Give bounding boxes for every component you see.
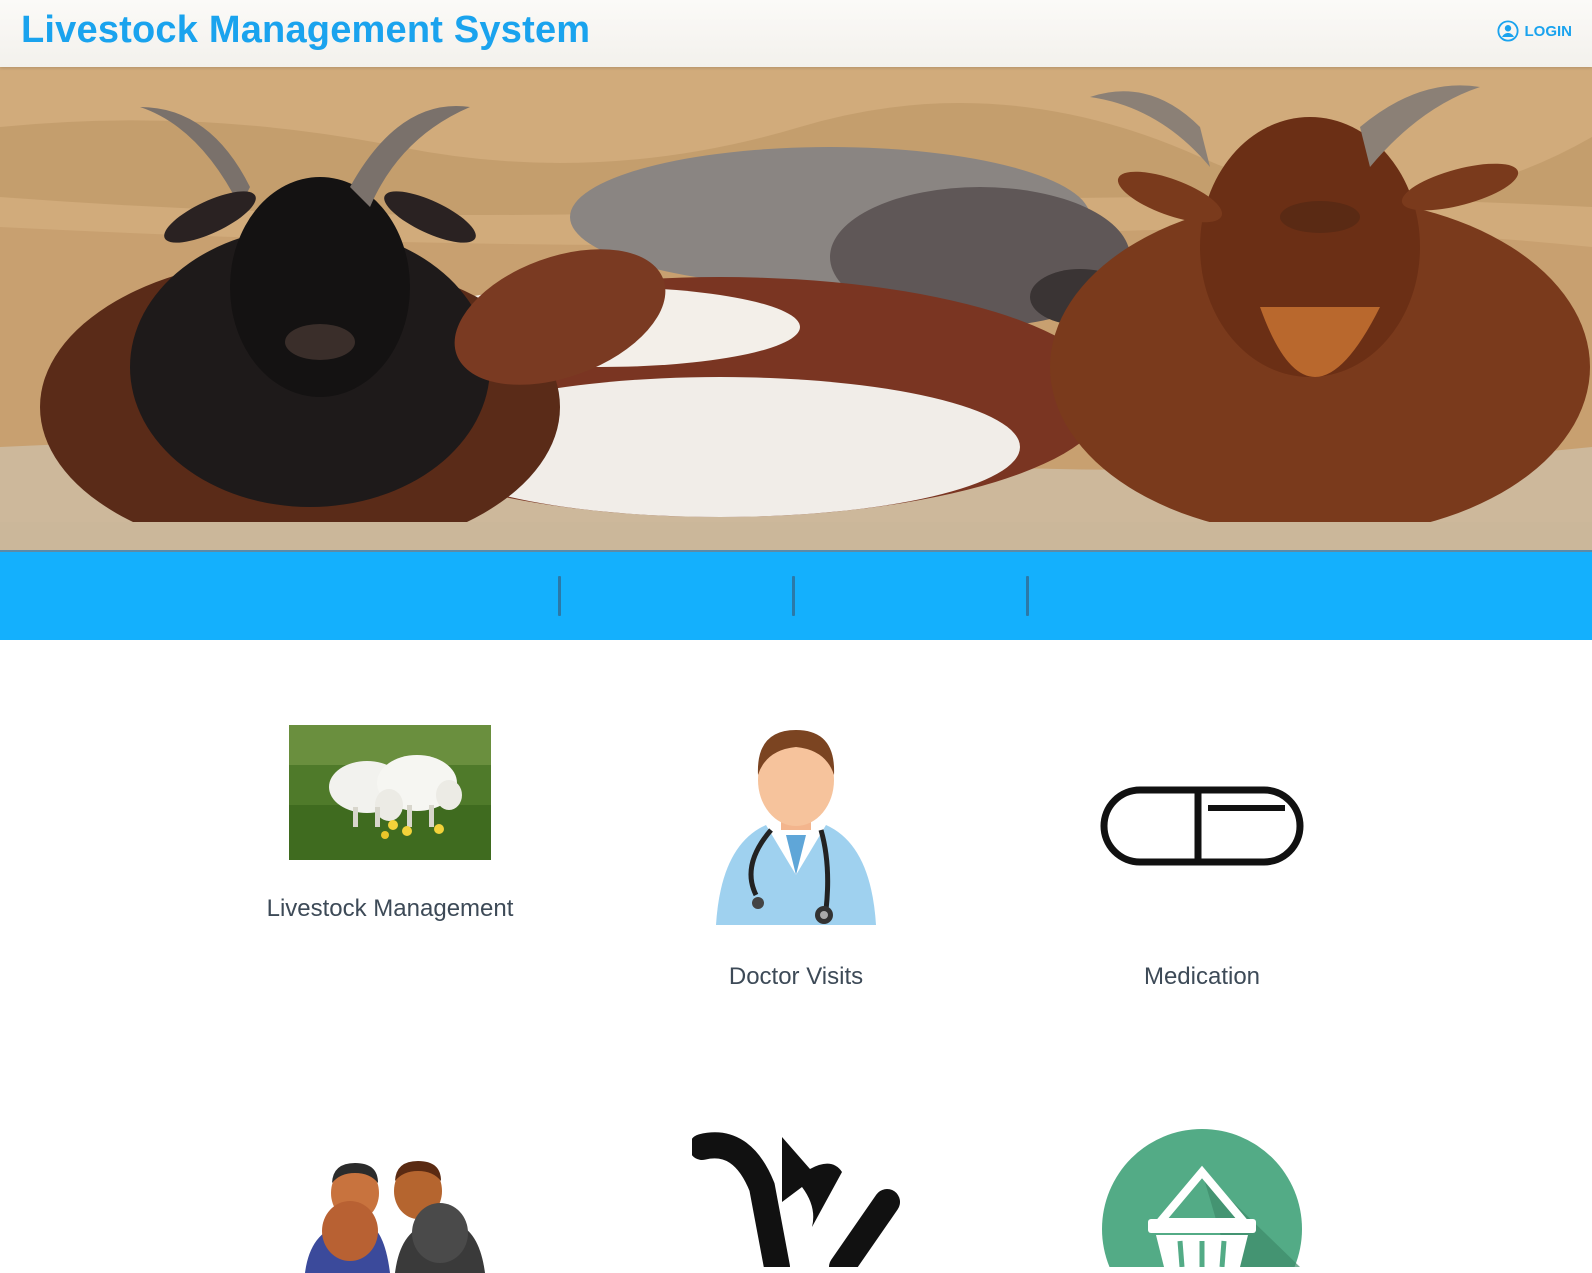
tile-transfer[interactable]: [616, 1125, 976, 1267]
users-icon: [305, 1161, 485, 1273]
blue-nav-bar: [0, 550, 1592, 640]
nav-divider: [792, 576, 795, 616]
pill-icon: [1100, 786, 1304, 866]
tile-label: Livestock Management: [266, 895, 514, 922]
tile-label: Doctor Visits: [728, 963, 864, 990]
hero-carousel: [0, 67, 1592, 552]
login-label: LOGIN: [1524, 22, 1573, 40]
transfer-arrows-icon: [692, 1132, 900, 1267]
doctor-icon: [716, 730, 876, 925]
tile-medication[interactable]: Medication: [1022, 725, 1382, 995]
basket-icon: [1102, 1129, 1302, 1267]
tile-doctor-visits[interactable]: Doctor Visits: [616, 725, 976, 995]
tile-livestock-management[interactable]: Livestock Management: [210, 725, 570, 925]
nav-divider: [558, 576, 561, 616]
tile-label: Medication: [1143, 963, 1261, 990]
tile-shop[interactable]: [1022, 1125, 1382, 1267]
nav-divider: [1026, 576, 1029, 616]
login-button[interactable]: LOGIN: [1496, 20, 1573, 42]
tile-users[interactable]: [210, 1125, 570, 1273]
site-title[interactable]: Livestock Management System: [21, 9, 590, 52]
user-circle-icon: [1496, 20, 1519, 42]
goats-photo: [0, 67, 1592, 552]
sheep-photo: [289, 725, 491, 860]
top-navbar: Livestock Management System LOGIN: [0, 0, 1592, 67]
